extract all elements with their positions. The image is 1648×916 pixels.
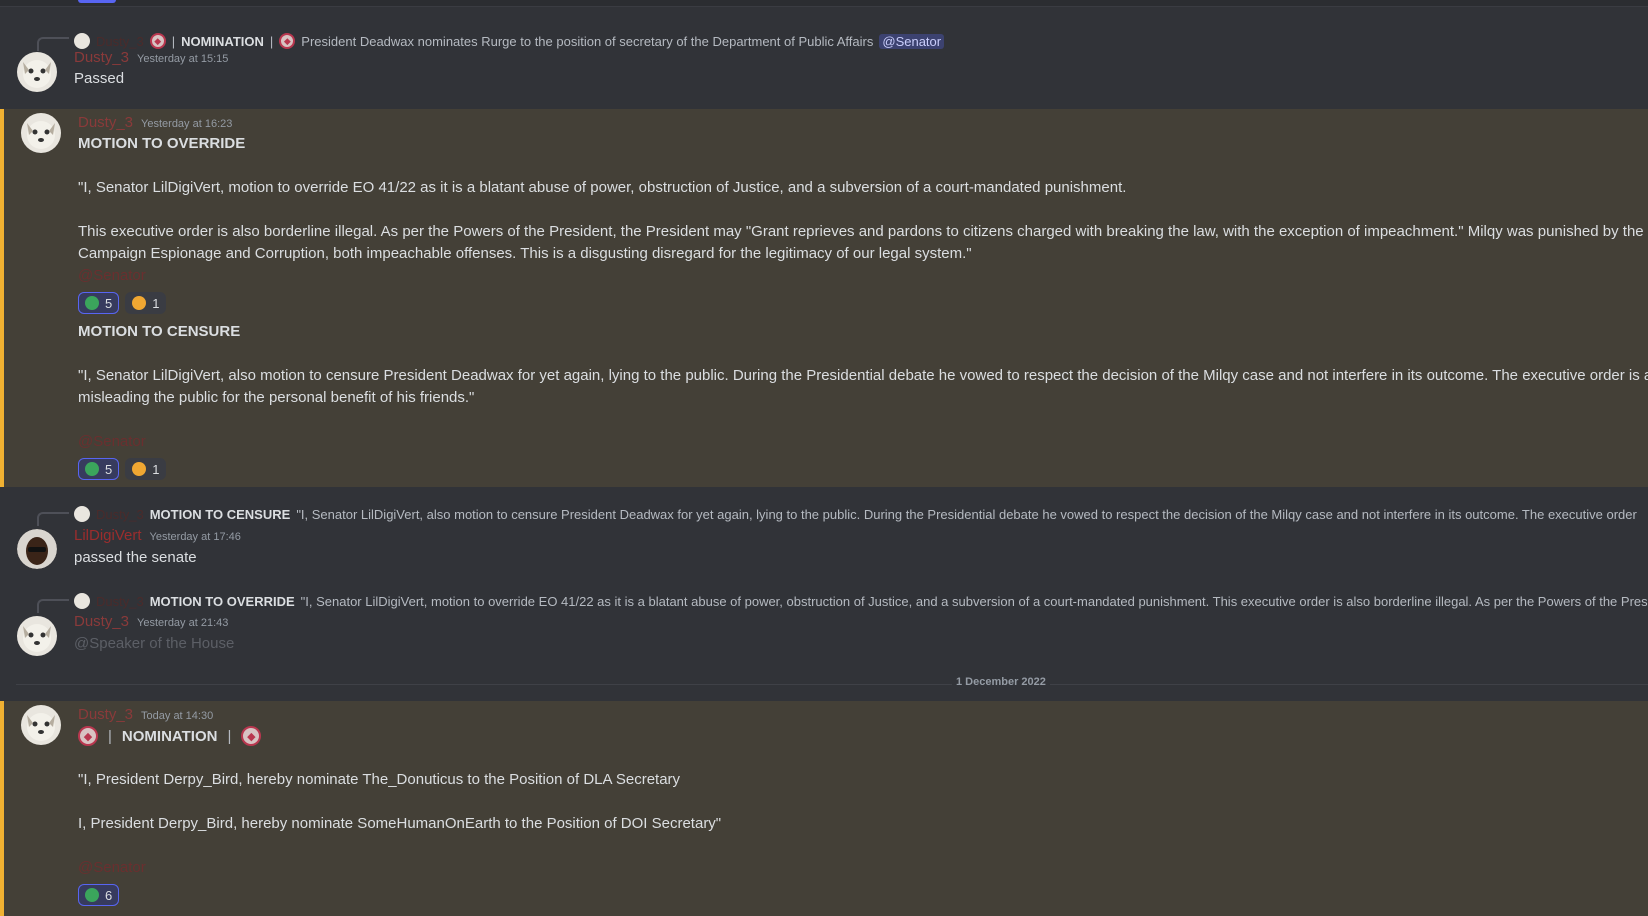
reply-connector	[37, 599, 69, 613]
paragraph: I, President Derpy_Bird, hereby nominate…	[78, 815, 722, 832]
message-speaker-ping[interactable]: Dusty_3 MOTION TO OVERRIDE "I, Senator L…	[0, 586, 1648, 666]
message-text: passed the senate	[74, 549, 197, 566]
username[interactable]: Dusty_3	[74, 49, 129, 66]
timestamp[interactable]: Yesterday at 15:15	[137, 53, 228, 65]
message-motions[interactable]: Dusty_3 Yesterday at 16:23 MOTION TO OVE…	[0, 109, 1648, 487]
paragraph: misleading the public for the personal b…	[78, 389, 475, 406]
reaction-bar: 5 1	[78, 458, 167, 480]
reaction-count: 1	[152, 295, 160, 311]
government-seal-icon: ◆	[78, 726, 98, 746]
reply-preview[interactable]: Dusty_3 MOTION TO OVERRIDE "I, Senator L…	[74, 591, 1648, 611]
reaction-green[interactable]: 6	[78, 884, 120, 906]
reply-avatar	[74, 33, 90, 49]
username[interactable]: Dusty_3	[78, 706, 133, 723]
avatar[interactable]	[17, 616, 57, 656]
senator-mention[interactable]: @Senator	[78, 433, 146, 450]
reaction-count: 5	[105, 295, 113, 311]
username[interactable]: LilDigiVert	[74, 527, 142, 544]
dog-avatar-icon	[23, 60, 51, 88]
reaction-orange[interactable]: 1	[125, 292, 167, 314]
paragraph: "I, President Derpy_Bird, hereby nominat…	[78, 771, 681, 788]
message-nomination[interactable]: Dusty_3 Today at 14:30 ◆ | NOMINATION | …	[0, 701, 1648, 916]
reply-connector	[37, 37, 69, 51]
message-header: Dusty_3 Yesterday at 16:23	[78, 114, 232, 131]
separator-bar: |	[227, 727, 232, 745]
timestamp[interactable]: Yesterday at 21:43	[137, 617, 228, 629]
reply-author[interactable]: Dusty_3	[96, 507, 144, 522]
reaction-bar: 5 1	[78, 292, 167, 314]
avatar[interactable]	[21, 113, 61, 153]
avatar[interactable]	[17, 529, 57, 569]
reply-preview[interactable]: Dusty_3 MOTION TO CENSURE "I, Senator Li…	[74, 504, 1637, 524]
reply-text: President Deadwax nominates Rurge to the…	[301, 33, 874, 49]
speaker-mention[interactable]: @Speaker of the House	[74, 635, 234, 652]
senator-mention[interactable]: @Senator	[78, 859, 146, 876]
motion-censure-title: MOTION TO CENSURE	[78, 323, 241, 340]
message-text: Passed	[74, 70, 125, 87]
previous-reaction-pill	[78, 0, 116, 3]
paragraph: "I, Senator LilDigiVert, motion to overr…	[78, 179, 1127, 196]
username[interactable]: Dusty_3	[78, 114, 133, 131]
separator-bar: |	[108, 727, 112, 745]
avatar[interactable]	[21, 705, 61, 745]
separator-bar: |	[171, 33, 176, 49]
date-divider: 1 December 2022	[952, 676, 1050, 688]
reply-title: MOTION TO OVERRIDE	[149, 593, 295, 609]
timestamp[interactable]: Yesterday at 16:23	[141, 118, 232, 130]
message-header: Dusty_3 Yesterday at 15:15	[74, 49, 228, 66]
message-header: Dusty_3 Yesterday at 21:43	[74, 613, 228, 630]
reaction-count: 5	[105, 461, 113, 477]
reaction-green[interactable]: 5	[78, 458, 120, 480]
reply-author[interactable]: Dusty_3	[96, 594, 144, 609]
reaction-count: 1	[152, 461, 160, 477]
previous-message-strip	[0, 0, 1648, 7]
reaction-orange[interactable]: 1	[125, 458, 167, 480]
nomination-title-row: ◆ | NOMINATION | ◆	[78, 726, 262, 746]
motion-override-title: MOTION TO OVERRIDE	[78, 135, 246, 152]
government-seal-icon: ◆	[241, 726, 262, 746]
green-face-icon	[85, 888, 99, 902]
orange-face-icon	[132, 462, 147, 476]
reply-author[interactable]: Dusty_3	[96, 34, 144, 49]
reply-connector	[37, 512, 69, 526]
reply-title: MOTION TO CENSURE	[149, 506, 291, 522]
paragraph: "I, Senator LilDigiVert, also motion to …	[78, 367, 1648, 384]
message-header: LilDigiVert Yesterday at 17:46	[74, 527, 241, 544]
username[interactable]: Dusty_3	[74, 613, 129, 630]
timestamp[interactable]: Yesterday at 17:46	[150, 531, 241, 543]
paragraph: This executive order is also borderline …	[78, 223, 1648, 240]
separator-bar: |	[269, 33, 274, 49]
reply-preview[interactable]: Dusty_3 ◆ | NOMINATION | ◆ President Dea…	[74, 31, 945, 51]
government-seal-icon: ◆	[279, 33, 296, 49]
reply-title: NOMINATION	[181, 33, 264, 49]
message-nomination-passed[interactable]: Dusty_3 ◆ | NOMINATION | ◆ President Dea…	[0, 7, 1648, 109]
message-header: Dusty_3 Today at 14:30	[78, 706, 213, 723]
reply-text: "I, Senator LilDigiVert, motion to overr…	[300, 593, 1648, 609]
message-passed-senate[interactable]: Dusty_3 MOTION TO CENSURE "I, Senator Li…	[0, 500, 1648, 572]
green-face-icon	[85, 296, 99, 310]
green-face-icon	[85, 462, 99, 476]
senator-mention[interactable]: @Senator	[78, 267, 146, 284]
senator-mention[interactable]: @Senator	[879, 33, 945, 49]
reaction-green[interactable]: 5	[78, 292, 120, 314]
dog-avatar-icon	[23, 624, 51, 652]
nomination-title: NOMINATION	[121, 727, 218, 745]
paragraph: Campaign Espionage and Corruption, both …	[78, 245, 972, 262]
reply-avatar	[74, 593, 90, 609]
avatar[interactable]	[17, 52, 57, 92]
date-divider-line	[16, 684, 1648, 685]
person-avatar-icon	[17, 529, 57, 569]
government-seal-icon: ◆	[149, 33, 166, 49]
reply-text: "I, Senator LilDigiVert, also motion to …	[296, 506, 1637, 522]
timestamp[interactable]: Today at 14:30	[141, 710, 213, 722]
reaction-count: 6	[105, 887, 113, 903]
reply-avatar	[74, 506, 90, 522]
orange-face-icon	[132, 296, 147, 310]
dog-avatar-icon	[27, 713, 55, 741]
reaction-bar: 6	[78, 884, 120, 906]
dog-avatar-icon	[27, 121, 55, 149]
